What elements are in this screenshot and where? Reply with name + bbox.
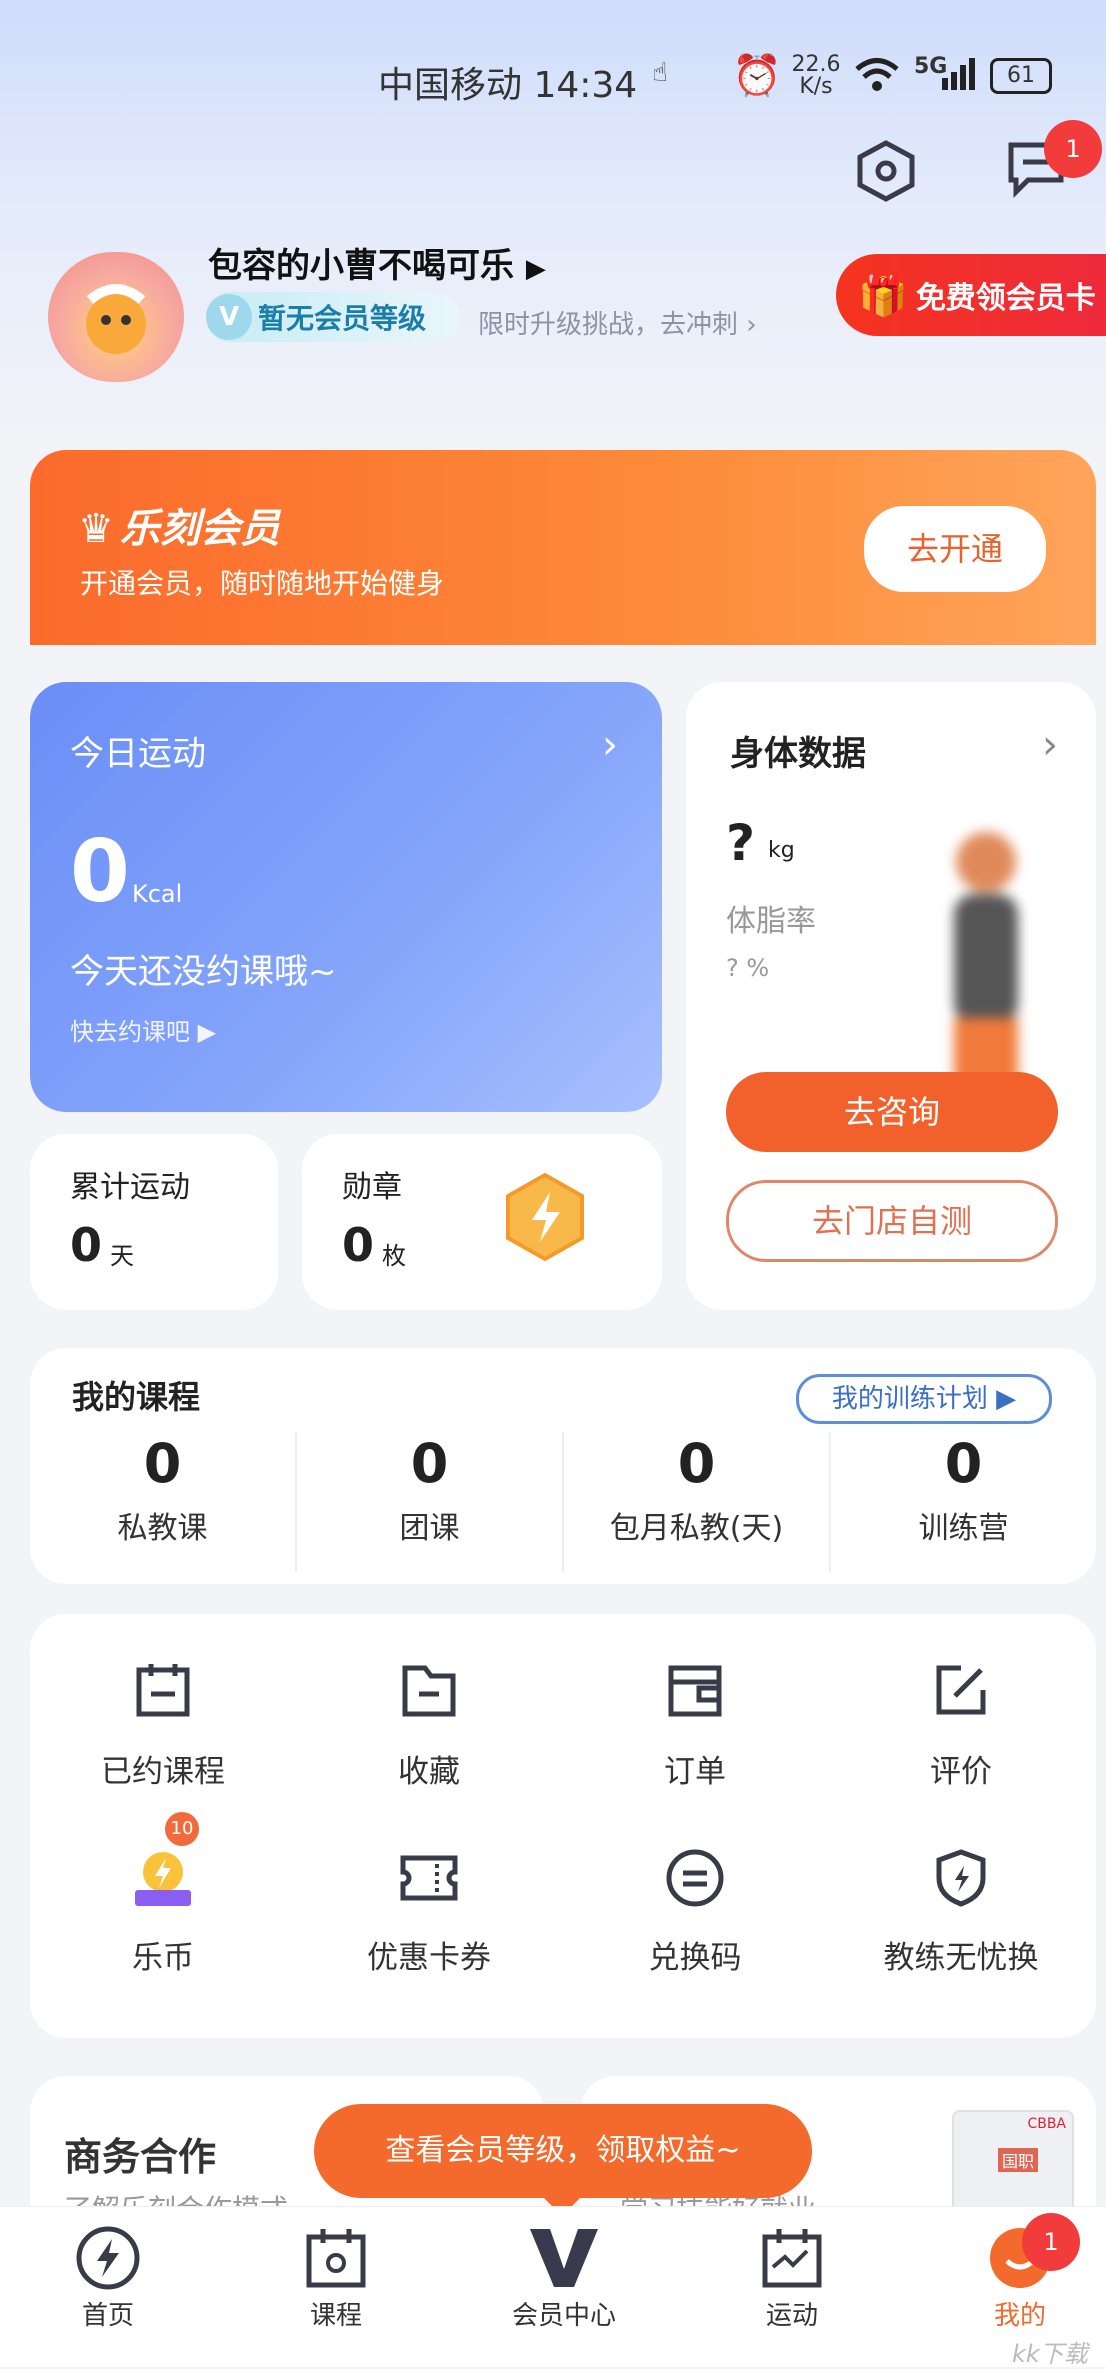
membership-banner[interactable]: ♛ 乐刻会员 开通会员，随时随地开始健身 去开通 <box>30 450 1096 645</box>
promo-text: 免费领会员卡 <box>915 281 1096 316</box>
free-membership-promo[interactable]: 🎁 免费领会员卡 <box>836 254 1106 336</box>
tab-courses[interactable]: 课程 <box>256 2225 416 2332</box>
message-badge: 1 <box>1044 120 1102 178</box>
banner-subtitle: 开通会员，随时随地开始健身 <box>80 567 445 600</box>
booked-courses-item[interactable]: 已约课程 <box>30 1660 296 1791</box>
book-class-link[interactable]: 快去约课吧 ▶ <box>70 1012 216 1047</box>
alarm-icon: ⏰ <box>732 53 782 99</box>
weight-value: ? <box>726 814 756 872</box>
activity-chart-icon <box>762 2229 822 2288</box>
favorites-item[interactable]: 收藏 <box>296 1660 562 1791</box>
body-fat-label: 体脂率 <box>726 904 816 939</box>
shield-icon <box>936 1849 986 1907</box>
orders-item[interactable]: 订单 <box>562 1660 828 1791</box>
consult-button[interactable]: 去咨询 <box>726 1072 1058 1152</box>
business-title: 商务合作 <box>64 2135 217 2179</box>
weight-unit: kg <box>768 838 795 863</box>
watermark: kk下载 <box>1012 2340 1088 2368</box>
carrier-time: 中国移动 14:34 <box>378 65 638 106</box>
calendar-icon <box>136 1664 190 1717</box>
v-level-icon: V <box>206 294 252 340</box>
my-courses-card: 我的课程 我的训练计划 ▶ 0 私教课 0 团课 0 包月私教(天) 0 训练营 <box>30 1348 1096 1584</box>
redeem-code-item[interactable]: 兑换码 <box>562 1846 828 1977</box>
v-logo-icon <box>530 2229 598 2287</box>
cumulative-value: 0 <box>70 1218 103 1272</box>
settings-hex-icon[interactable] <box>856 140 916 206</box>
lightning-icon <box>76 2226 140 2290</box>
net-speed: 22.6 K/s <box>791 52 841 99</box>
store-self-test-button[interactable]: 去门店自测 <box>726 1180 1058 1262</box>
training-plan-link[interactable]: 我的训练计划 ▶ <box>796 1374 1052 1424</box>
username-text: 包容的小曹不喝可乐 <box>208 246 514 286</box>
member-level-text: 暂无会员等级 <box>258 302 427 335</box>
badge-unit: 枚 <box>382 1242 406 1270</box>
avatar[interactable] <box>48 252 184 382</box>
lightning-badge-icon <box>502 1172 588 1266</box>
ticket-icon <box>400 1855 458 1901</box>
cumulative-exercise-card[interactable]: 累计运动 0 天 <box>30 1134 278 1310</box>
lecoin-badge: 10 <box>165 1812 199 1846</box>
lecoin-item[interactable]: 乐币 <box>30 1846 296 1977</box>
coin-icon <box>135 1852 191 1906</box>
body-data-title: 身体数据 <box>730 734 866 774</box>
course-stats-row: 0 私教课 0 团课 0 包月私教(天) 0 训练营 <box>30 1432 1096 1572</box>
folder-icon <box>402 1665 456 1717</box>
course-stat-private[interactable]: 0 私教课 <box>30 1432 295 1572</box>
body-data-card[interactable]: 身体数据 › ? kg 体脂率 ? % 去咨询 去门店自测 <box>686 682 1096 1310</box>
edit-icon <box>936 1665 986 1715</box>
crown-icon: ♛ <box>78 506 114 552</box>
chevron-right-icon: › <box>602 722 618 768</box>
today-exercise-card[interactable]: 今日运动 › 0 Kcal 今天还没约课哦~ 快去约课吧 ▶ <box>30 682 662 1112</box>
wallet-icon <box>668 1665 722 1717</box>
cumulative-unit: 天 <box>110 1242 134 1270</box>
tab-sport[interactable]: 运动 <box>712 2225 872 2332</box>
tab-member-center[interactable]: 会员中心 <box>484 2225 644 2332</box>
services-card: 已约课程 收藏 订单 评价 乐币 10 优惠卡券 兑换码 教练无忧换 <box>30 1614 1096 2038</box>
open-membership-button[interactable]: 去开通 <box>864 506 1046 592</box>
cumulative-label: 累计运动 <box>70 1170 190 1205</box>
redeem-icon <box>666 1849 724 1907</box>
brand-title: ♛ 乐刻会员 <box>78 506 280 552</box>
body-fat-value: ? % <box>726 954 770 982</box>
coupons-item[interactable]: 优惠卡券 <box>296 1846 562 1977</box>
badges-card[interactable]: 勋章 0 枚 <box>302 1134 662 1310</box>
gift-icon: 🎁 <box>858 272 908 319</box>
play-arrow-icon: ▶ <box>197 1018 217 1046</box>
tab-bar: 首页 课程 会员中心 运动 我的 1 <box>0 2206 1106 2367</box>
today-kcal-unit: Kcal <box>132 880 183 908</box>
coach-switch-item[interactable]: 教练无忧换 <box>828 1846 1094 1977</box>
upgrade-link[interactable]: 限时升级挑战，去冲刺 › <box>478 304 757 341</box>
courses-title: 我的课程 <box>72 1378 201 1416</box>
course-stat-group[interactable]: 0 团课 <box>295 1432 562 1572</box>
course-stat-camp[interactable]: 0 训练营 <box>829 1432 1096 1572</box>
badge-label: 勋章 <box>342 1170 402 1205</box>
today-message: 今天还没约课哦~ <box>70 952 337 992</box>
status-bar: 中国移动 14:34 ☝ ⏰ 22.6 K/s 5G 61 <box>0 50 1106 110</box>
wifi-icon <box>852 54 902 103</box>
tab-home[interactable]: 首页 <box>28 2225 188 2332</box>
username[interactable]: 包容的小曹不喝可乐 ▶ <box>208 238 546 287</box>
calendar-icon <box>306 2229 366 2288</box>
battery-icon: 61 <box>990 58 1052 94</box>
today-kcal-value: 0 <box>70 822 130 922</box>
me-tab-badge: 1 <box>1022 2213 1080 2271</box>
badge-value: 0 <box>342 1218 375 1272</box>
course-stat-monthly[interactable]: 0 包月私教(天) <box>562 1432 829 1572</box>
reviews-item[interactable]: 评价 <box>828 1660 1094 1791</box>
chevron-right-icon: › <box>1042 722 1058 768</box>
play-arrow-icon: ▶ <box>996 1384 1017 1414</box>
member-level-badge[interactable]: V 暂无会员等级 <box>206 292 460 342</box>
today-title: 今日运动 <box>70 734 206 774</box>
play-arrow-icon: ▶ <box>525 254 546 284</box>
member-tooltip[interactable]: 查看会员等级，领取权益~ <box>314 2104 812 2198</box>
signal-icon <box>940 56 978 101</box>
touch-icon: ☝ <box>652 58 668 88</box>
